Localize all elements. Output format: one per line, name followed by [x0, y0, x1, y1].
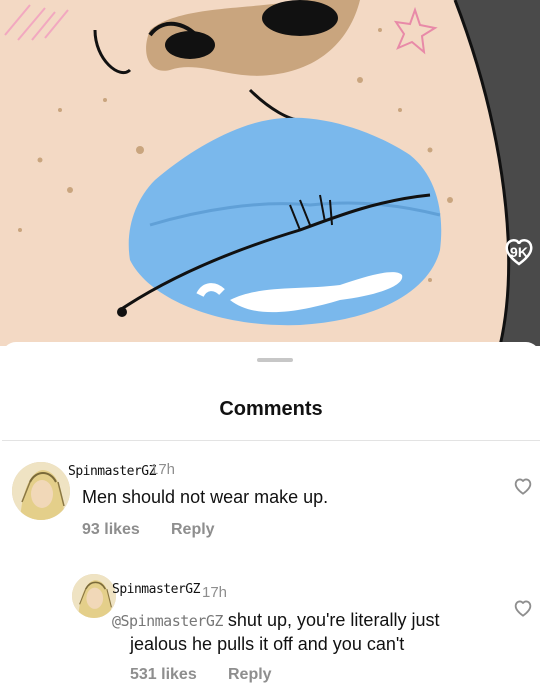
sheet-title: Comments	[219, 398, 323, 420]
heart-outline-icon	[505, 238, 533, 266]
comment-username[interactable]: SpinmasterGZ	[68, 464, 156, 479]
comments-sheet: Comments SpinmasterGZ 17h Men should not…	[2, 342, 540, 699]
sheet-drag-handle[interactable]	[257, 358, 293, 362]
post-image[interactable]: 9K	[0, 0, 540, 346]
reply-button[interactable]: Reply	[228, 666, 272, 684]
divider	[2, 440, 540, 441]
lips-drawing	[0, 0, 540, 346]
avatar-image	[72, 574, 116, 618]
mention-link[interactable]: @SpinmasterGZ	[112, 612, 223, 630]
avatar-image	[12, 462, 70, 520]
comment-like-icon[interactable]	[514, 600, 532, 617]
comment-time: 17h	[150, 461, 176, 478]
comment-text: @SpinmasterGZ shut up, you're literally …	[112, 610, 440, 630]
reply-button[interactable]: Reply	[171, 521, 215, 539]
comment-like-icon[interactable]	[514, 478, 532, 495]
comment-time: 17h	[202, 584, 228, 601]
comment-username[interactable]: SpinmasterGZ	[112, 582, 200, 597]
comment-text: Men should not wear make up.	[82, 487, 329, 507]
avatar[interactable]	[12, 462, 70, 520]
comment-likes[interactable]: 93 likes	[82, 521, 140, 539]
comment-likes[interactable]: 531 likes	[130, 666, 197, 684]
comment-text-line2: jealous he pulls it off and you can't	[130, 634, 405, 654]
avatar[interactable]	[72, 574, 116, 618]
post-like-button[interactable]: 9K	[504, 238, 534, 266]
